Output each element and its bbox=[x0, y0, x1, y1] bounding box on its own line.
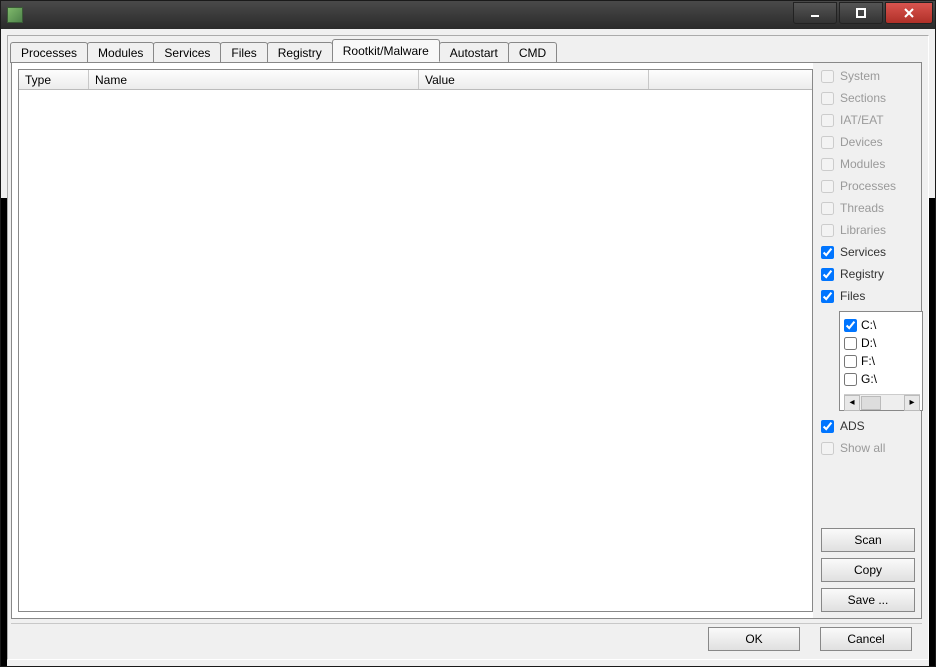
chk-ads[interactable]: ADS bbox=[821, 419, 915, 433]
chk-threads-label: Threads bbox=[840, 201, 884, 215]
chk-showall: Show all bbox=[821, 441, 915, 455]
side-buttons: Scan Copy Save ... bbox=[821, 528, 915, 612]
scan-button[interactable]: Scan bbox=[821, 528, 915, 552]
chk-showall-input bbox=[821, 442, 834, 455]
chk-sections-label: Sections bbox=[840, 91, 886, 105]
drive-g-input[interactable] bbox=[844, 373, 857, 386]
client-area: Processes Modules Services Files Registr… bbox=[1, 29, 935, 666]
chk-modules-label: Modules bbox=[840, 157, 885, 171]
drives-list[interactable]: C:\ D:\ F:\ G:\ ◂ ▸ bbox=[839, 311, 923, 411]
scroll-right-icon[interactable]: ▸ bbox=[904, 395, 920, 411]
tab-modules[interactable]: Modules bbox=[87, 42, 154, 63]
chk-devices: Devices bbox=[821, 135, 915, 149]
cancel-button[interactable]: Cancel bbox=[820, 627, 912, 651]
app-window: Processes Modules Services Files Registr… bbox=[0, 0, 936, 667]
chk-system-label: System bbox=[840, 69, 880, 83]
drive-f-input[interactable] bbox=[844, 355, 857, 368]
chk-iateat: IAT/EAT bbox=[821, 113, 915, 127]
drive-g-label: G:\ bbox=[861, 372, 877, 386]
chk-services-label: Services bbox=[840, 245, 886, 259]
list-header: Type Name Value bbox=[19, 70, 812, 90]
frame-shadow-right bbox=[929, 198, 935, 666]
drive-row-d[interactable]: D:\ bbox=[844, 334, 920, 352]
save-button[interactable]: Save ... bbox=[821, 588, 915, 612]
drive-row-f[interactable]: F:\ bbox=[844, 352, 920, 370]
results-list[interactable]: Type Name Value bbox=[18, 69, 813, 612]
tab-services[interactable]: Services bbox=[153, 42, 221, 63]
drive-c-label: C:\ bbox=[861, 318, 876, 332]
scroll-thumb[interactable] bbox=[861, 396, 881, 410]
drive-c-input[interactable] bbox=[844, 319, 857, 332]
chk-ads-label: ADS bbox=[840, 419, 865, 433]
col-blank bbox=[649, 70, 812, 89]
tab-registry[interactable]: Registry bbox=[267, 42, 333, 63]
window-controls bbox=[793, 1, 935, 29]
drives-scrollbar[interactable]: ◂ ▸ bbox=[844, 394, 920, 410]
chk-iateat-input bbox=[821, 114, 834, 127]
tab-rootkit-malware[interactable]: Rootkit/Malware bbox=[332, 39, 440, 62]
app-icon bbox=[7, 7, 23, 23]
chk-threads-input bbox=[821, 202, 834, 215]
tab-body: Type Name Value System Sections IAT/EAT … bbox=[11, 62, 922, 619]
tab-processes[interactable]: Processes bbox=[10, 42, 88, 63]
drive-row-c[interactable]: C:\ bbox=[844, 316, 920, 334]
chk-registry-input[interactable] bbox=[821, 268, 834, 281]
chk-modules-input bbox=[821, 158, 834, 171]
chk-libraries: Libraries bbox=[821, 223, 915, 237]
side-panel: System Sections IAT/EAT Devices Modules … bbox=[813, 63, 921, 618]
chk-registry-label: Registry bbox=[840, 267, 884, 281]
tab-cmd[interactable]: CMD bbox=[508, 42, 557, 63]
minimize-button[interactable] bbox=[793, 2, 837, 24]
chk-modules: Modules bbox=[821, 157, 915, 171]
tab-strip: Processes Modules Services Files Registr… bbox=[10, 40, 928, 62]
col-type[interactable]: Type bbox=[19, 70, 89, 89]
chk-devices-label: Devices bbox=[840, 135, 883, 149]
chk-libraries-label: Libraries bbox=[840, 223, 886, 237]
chk-files-input[interactable] bbox=[821, 290, 834, 303]
chk-processes-label: Processes bbox=[840, 179, 896, 193]
chk-processes: Processes bbox=[821, 179, 915, 193]
chk-files-label: Files bbox=[840, 289, 865, 303]
dialog-frame: Processes Modules Services Files Registr… bbox=[7, 35, 929, 660]
chk-processes-input bbox=[821, 180, 834, 193]
titlebar bbox=[1, 1, 935, 29]
drive-f-label: F:\ bbox=[861, 354, 875, 368]
drive-row-g[interactable]: G:\ bbox=[844, 370, 920, 388]
chk-threads: Threads bbox=[821, 201, 915, 215]
ok-button[interactable]: OK bbox=[708, 627, 800, 651]
col-name[interactable]: Name bbox=[89, 70, 419, 89]
copy-button[interactable]: Copy bbox=[821, 558, 915, 582]
col-value[interactable]: Value bbox=[419, 70, 649, 89]
chk-services-input[interactable] bbox=[821, 246, 834, 259]
frame-shadow-left bbox=[1, 198, 7, 666]
chk-libraries-input bbox=[821, 224, 834, 237]
tab-autostart[interactable]: Autostart bbox=[439, 42, 509, 63]
chk-files[interactable]: Files bbox=[821, 289, 915, 303]
chk-showall-label: Show all bbox=[840, 441, 885, 455]
chk-ads-input[interactable] bbox=[821, 420, 834, 433]
chk-iateat-label: IAT/EAT bbox=[840, 113, 884, 127]
bottom-bar: OK Cancel bbox=[11, 623, 922, 653]
chk-sections: Sections bbox=[821, 91, 915, 105]
scroll-left-icon[interactable]: ◂ bbox=[844, 395, 860, 411]
tab-files[interactable]: Files bbox=[220, 42, 267, 63]
drive-d-label: D:\ bbox=[861, 336, 876, 350]
maximize-button[interactable] bbox=[839, 2, 883, 24]
chk-system-input bbox=[821, 70, 834, 83]
close-button[interactable] bbox=[885, 2, 933, 24]
chk-sections-input bbox=[821, 92, 834, 105]
drive-d-input[interactable] bbox=[844, 337, 857, 350]
chk-devices-input bbox=[821, 136, 834, 149]
chk-registry[interactable]: Registry bbox=[821, 267, 915, 281]
chk-services[interactable]: Services bbox=[821, 245, 915, 259]
chk-system: System bbox=[821, 69, 915, 83]
